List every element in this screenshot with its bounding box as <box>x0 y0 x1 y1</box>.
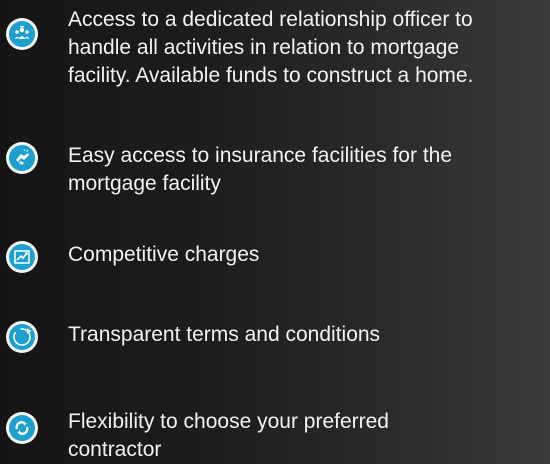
circle-arrows-icon <box>6 321 38 353</box>
feature-text: Easy access to insurance facilities for … <box>68 142 550 198</box>
handshake-icon <box>6 142 38 174</box>
feature-line: Competitive charges <box>68 243 260 266</box>
feature-line: handle all activities in relation to mor… <box>68 36 460 59</box>
chart-icon <box>6 241 38 273</box>
feature-text: Transparent terms and conditions <box>68 321 550 349</box>
refresh-icon <box>6 412 38 444</box>
feature-line: Easy access to insurance facilities for … <box>68 144 453 167</box>
feature-text: Competitive charges <box>68 241 550 269</box>
feature-line: facility. Available funds to construct a… <box>68 64 474 87</box>
feature-line: mortgage facility <box>68 172 221 195</box>
feature-text: Flexibility to choose your preferred con… <box>68 408 550 464</box>
feature-text: Access to a dedicated relationship offic… <box>68 6 550 90</box>
feature-line: contractor <box>68 438 162 461</box>
feature-line: Flexibility to choose your preferred <box>68 410 389 433</box>
feature-list: Access to a dedicated relationship offic… <box>0 0 550 464</box>
feature-line: Transparent terms and conditions <box>68 323 381 346</box>
feature-line: Access to a dedicated relationship offic… <box>68 8 473 31</box>
people-group-icon <box>6 18 38 50</box>
